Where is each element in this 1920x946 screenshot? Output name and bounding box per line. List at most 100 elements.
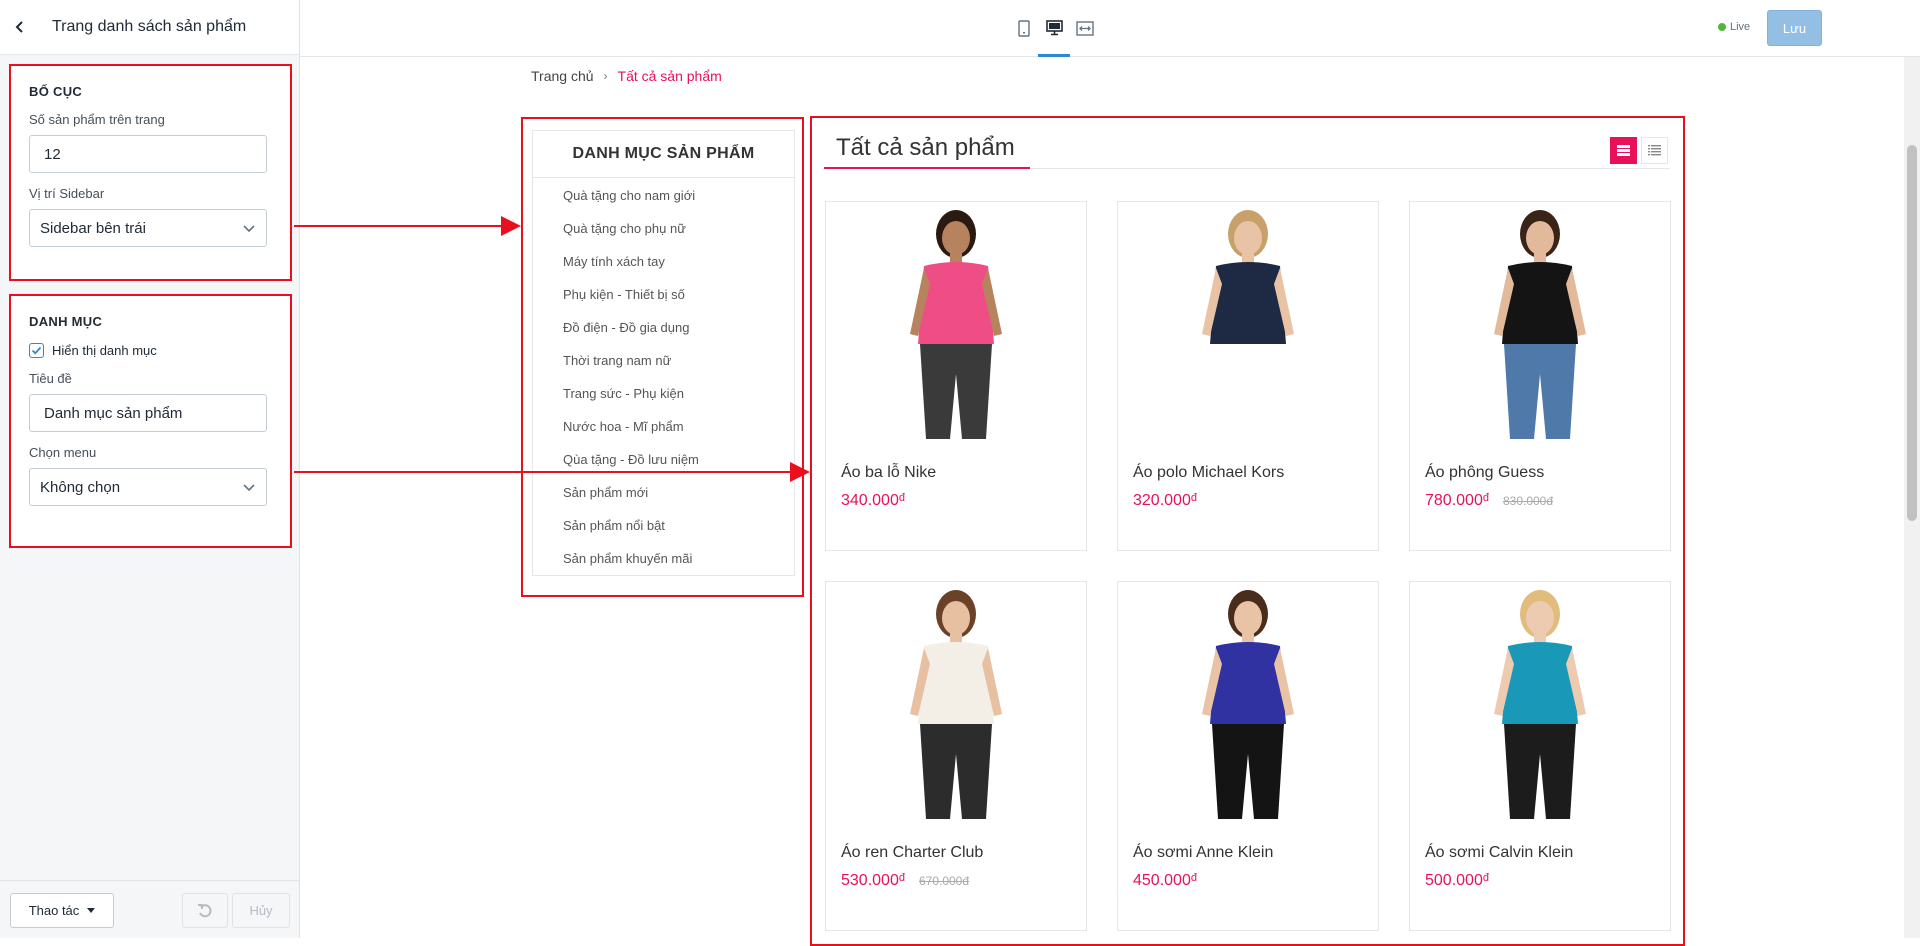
currency-symbol: đ	[962, 874, 970, 888]
product-image[interactable]	[1158, 584, 1338, 819]
currency-symbol: đ	[1190, 872, 1197, 884]
product-name[interactable]: Áo sơmi Calvin Klein	[1425, 844, 1573, 862]
grid-view-button[interactable]	[1610, 137, 1637, 164]
category-title-label: Tiêu đề	[29, 371, 72, 386]
products-per-page-label: Số sản phẩm trên trang	[29, 112, 165, 127]
product-price-current: 780.000đ	[1425, 492, 1489, 510]
scrollbar-thumb[interactable]	[1907, 145, 1917, 521]
category-item[interactable]: Quà tặng cho nam giới	[533, 179, 794, 212]
sidebar-position-label: Vị trí Sidebar	[29, 186, 105, 201]
category-item[interactable]: Qùa tặng - Đồ lưu niệm	[533, 443, 794, 476]
old-price-value: 670.000	[918, 874, 963, 888]
cancel-button[interactable]: Hủy	[232, 893, 290, 928]
sidebar-position-value: Sidebar bên trái	[40, 219, 146, 237]
category-item[interactable]: Quà tặng cho phụ nữ	[533, 212, 794, 245]
tablet-icon	[1018, 19, 1030, 37]
device-fullwidth-button[interactable]	[1070, 14, 1100, 42]
actions-dropdown-button[interactable]: Thao tác	[10, 893, 114, 928]
products-per-page-input[interactable]: 12	[29, 135, 267, 173]
caret-down-icon	[87, 908, 96, 913]
category-list: Quà tặng cho nam giới Quà tặng cho phụ nữ…	[533, 178, 794, 575]
breadcrumb-current: Tất cả sản phẩm	[617, 68, 722, 84]
product-price: 500.000đ	[1425, 872, 1489, 890]
breadcrumb-separator: ›	[603, 69, 608, 83]
category-item[interactable]: Nước hoa - Mĩ phẩm	[533, 410, 794, 443]
category-item[interactable]: Sản phẩm khuyến mãi	[533, 542, 794, 575]
product-price-current: 450.000đ	[1133, 872, 1197, 890]
price-value: 320.000	[1133, 492, 1191, 509]
undo-button[interactable]	[182, 893, 228, 928]
live-label: Live	[1730, 21, 1751, 33]
product-card[interactable]: Áo ba lỗ Nike 340.000đ	[825, 201, 1087, 551]
device-tablet-button[interactable]	[1009, 14, 1039, 42]
product-price: 780.000đ 830.000 đ	[1425, 492, 1553, 510]
layout-section-heading: BỐ CỤC	[29, 84, 83, 99]
checkbox-checked-icon[interactable]	[29, 343, 44, 358]
product-price-current: 340.000đ	[841, 492, 905, 510]
category-item[interactable]: Phụ kiện - Thiết bị số	[533, 278, 794, 311]
show-category-checkbox[interactable]: Hiển thị danh mục	[29, 343, 272, 358]
desktop-icon	[1045, 20, 1063, 36]
product-card[interactable]: Áo polo Michael Kors 320.000đ	[1117, 201, 1379, 551]
category-item[interactable]: Sản phẩm nổi bật	[533, 509, 794, 542]
product-name[interactable]: Áo ba lỗ Nike	[841, 464, 936, 482]
device-desktop-button[interactable]	[1038, 14, 1070, 57]
product-price-current: 530.000đ	[841, 872, 905, 890]
preview-scrollbar[interactable]	[1904, 57, 1920, 938]
back-button[interactable]	[0, 0, 40, 55]
product-name[interactable]: Áo sơmi Anne Klein	[1133, 844, 1273, 862]
editor-title: Trang danh sách sản phẩm	[52, 18, 247, 35]
category-title-value: Danh mục sản phẩm	[44, 404, 183, 422]
category-item[interactable]: Đồ điện - Đồ gia dụng	[533, 311, 794, 344]
breadcrumb-home-link[interactable]: Trang chủ	[531, 68, 594, 84]
currency-symbol: đ	[898, 492, 905, 504]
product-card[interactable]: Áo phông Guess 780.000đ 830.000 đ	[1409, 201, 1671, 551]
category-item[interactable]: Thời trang nam nữ	[533, 344, 794, 377]
save-button[interactable]: Lưu	[1767, 10, 1822, 46]
product-image[interactable]	[866, 584, 1046, 819]
product-card[interactable]: Áo sơmi Anne Klein 450.000đ	[1117, 581, 1379, 931]
product-name[interactable]: Áo phông Guess	[1425, 464, 1544, 482]
category-item[interactable]: Trang sức - Phụ kiện	[533, 377, 794, 410]
old-price-value: 830.000	[1502, 494, 1547, 508]
list-view-button[interactable]	[1641, 137, 1668, 164]
chevron-down-icon	[243, 484, 255, 492]
product-image[interactable]	[1450, 584, 1630, 819]
product-image[interactable]	[866, 204, 1046, 439]
product-card[interactable]: Áo ren Charter Club 530.000đ 670.000đ	[825, 581, 1087, 931]
list-view-icon	[1648, 145, 1661, 156]
price-value: 340.000	[841, 492, 899, 509]
breadcrumb: Trang chủ › Tất cả sản phẩm	[531, 68, 722, 84]
category-item[interactable]: Sản phẩm mới	[533, 476, 794, 509]
product-image[interactable]	[1158, 204, 1338, 439]
product-name[interactable]: Áo ren Charter Club	[841, 844, 983, 862]
product-card[interactable]: Áo sơmi Calvin Klein 500.000đ	[1409, 581, 1671, 931]
menu-select[interactable]: Không chọn	[29, 468, 267, 506]
category-item[interactable]: Máy tính xách tay	[533, 245, 794, 278]
currency-symbol: đ	[1482, 492, 1489, 504]
heading-underline	[824, 167, 1030, 169]
product-price: 340.000đ	[841, 492, 905, 510]
sidebar-position-select[interactable]: Sidebar bên trái	[29, 209, 267, 247]
product-price: 530.000đ 670.000đ	[841, 872, 969, 890]
price-value: 530.000	[841, 872, 899, 889]
product-price-current: 320.000đ	[1133, 492, 1197, 510]
currency-symbol: đ	[1482, 872, 1489, 884]
category-section-heading: DANH MỤC	[29, 314, 103, 329]
product-name[interactable]: Áo polo Michael Kors	[1133, 464, 1284, 482]
price-value: 500.000	[1425, 872, 1483, 889]
editor-footer: Thao tác Hủy	[0, 880, 299, 938]
chevron-left-icon	[15, 21, 23, 33]
editor-sidebar: Trang danh sách sản phẩm BỐ CỤC Số sản p…	[0, 0, 300, 938]
currency-symbol: đ	[898, 872, 905, 884]
price-value: 780.000	[1425, 492, 1483, 509]
product-image[interactable]	[1450, 204, 1630, 439]
menu-select-value: Không chọn	[40, 478, 121, 496]
product-price: 320.000đ	[1133, 492, 1197, 510]
product-price-old: 670.000đ	[919, 874, 969, 888]
products-heading: Tất cả sản phẩm	[836, 134, 1015, 161]
grid-view-icon	[1617, 145, 1630, 156]
show-category-label: Hiển thị danh mục	[52, 343, 157, 358]
currency-symbol: đ	[1190, 492, 1197, 504]
category-title-input[interactable]: Danh mục sản phẩm	[29, 394, 267, 432]
